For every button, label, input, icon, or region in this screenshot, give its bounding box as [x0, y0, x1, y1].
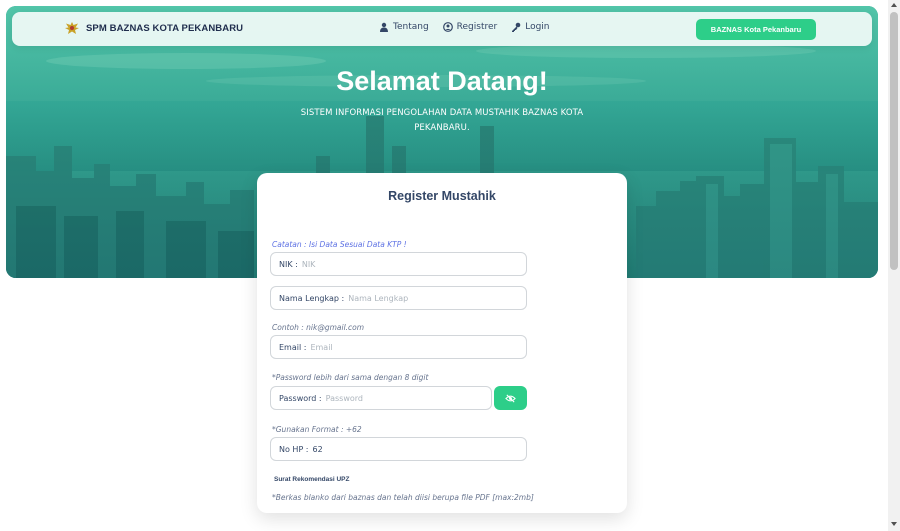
nav-login[interactable]: Login [511, 22, 550, 32]
upz-note: *Berkas blanko dari baznas dan telah dii… [272, 493, 534, 502]
user-icon [380, 22, 388, 32]
hero-title: Selamat Datang! [336, 66, 548, 96]
user-circle-icon [442, 22, 453, 32]
nama-lengkap-label: Nama Lengkap : [279, 293, 345, 303]
nik-note: Catatan : Isi Data Sesuai Data KTP ! [272, 240, 407, 249]
no-hp-value: 62 [312, 444, 323, 454]
scrollbar-thumb[interactable] [890, 12, 898, 270]
password-note: *Password lebih dari sama dengan 8 digit [272, 373, 429, 382]
baznas-kota-pekanbaru-button[interactable]: BAZNAS Kota Pekanbaru [696, 19, 816, 40]
nik-placeholder: NIK [301, 259, 316, 269]
navbar: SPM BAZNAS KOTA PEKANBARU Tentang Regist… [12, 12, 872, 46]
upz-label: Surat Rekomendasi UPZ [274, 476, 350, 483]
email-note: Contoh : nik@gmail.com [272, 323, 365, 332]
brand[interactable]: SPM BAZNAS KOTA PEKANBARU [64, 20, 243, 36]
scroll-down-arrow-icon[interactable] [890, 521, 898, 527]
nama-lengkap-placeholder: Nama Lengkap [348, 293, 409, 303]
email-field[interactable]: Email : Email [270, 335, 527, 359]
nav-tentang[interactable]: Tentang [379, 22, 429, 32]
email-placeholder: Email [310, 342, 333, 352]
eye-slash-icon [505, 393, 516, 403]
nav-registrer-label: Registrer [456, 22, 498, 32]
phone-note: *Gunakan Format : +62 [272, 425, 362, 434]
nav-registrer[interactable]: Registrer [442, 22, 498, 32]
no-hp-label: No HP : [279, 444, 309, 454]
register-title: Register Mustahik [388, 189, 496, 203]
garuda-logo-icon [65, 22, 79, 34]
key-icon [512, 22, 521, 32]
nama-lengkap-field[interactable]: Nama Lengkap : Nama Lengkap [270, 286, 527, 310]
nav-links: Tentang Registrer Login [379, 22, 550, 32]
password-field[interactable]: Password : Password [270, 386, 492, 410]
password-label: Password : [279, 393, 322, 403]
no-hp-field[interactable]: No HP : 62 [270, 437, 527, 461]
nav-login-label: Login [525, 22, 550, 32]
email-label: Email : [279, 342, 307, 352]
password-placeholder: Password [325, 393, 363, 403]
scroll-up-arrow-icon[interactable] [890, 2, 898, 8]
brand-name: SPM BAZNAS KOTA PEKANBARU [86, 22, 244, 34]
toggle-password-button[interactable] [494, 386, 527, 410]
nik-label: NIK : [279, 259, 298, 269]
hero-subtitle: SISTEM INFORMASI PENGOLAHAN DATA MUSTAHI… [300, 108, 584, 133]
nav-tentang-label: Tentang [393, 22, 429, 32]
nik-field[interactable]: NIK : NIK [270, 252, 527, 276]
